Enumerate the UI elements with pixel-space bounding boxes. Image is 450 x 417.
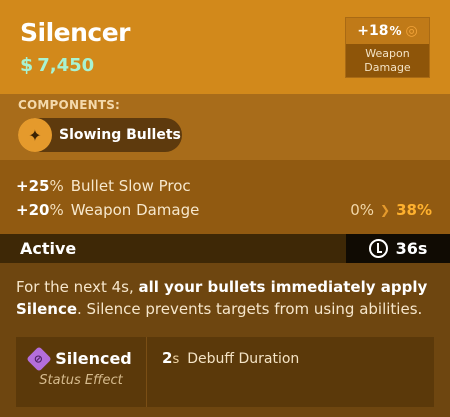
status-effect-name: ⊘ Silenced — [16, 345, 146, 372]
weapon-damage-badge-value: +18 % ◎ — [346, 18, 429, 44]
description-text: For the next 4s, — [16, 278, 139, 296]
badge-value: +18 — [357, 23, 389, 39]
debuff-duration-label: Debuff Duration — [187, 351, 300, 367]
components-section: COMPONENTS: ✦ Slowing Bullets — [0, 94, 450, 160]
slowing-bullets-icon: ✦ — [18, 118, 52, 152]
stat-row: +20 % Weapon Damage 0% ❯ 38% — [16, 198, 432, 222]
status-effect-title: Silenced — [55, 349, 132, 368]
weapon-damage-badge: +18 % ◎ Weapon Damage — [345, 17, 430, 78]
stat-value: +25 — [16, 177, 50, 195]
cooldown-clock-icon — [368, 239, 388, 258]
item-tooltip-card: Silencer $ 7,450 +18 % ◎ Weapon Damage C… — [0, 0, 450, 417]
chevron-right-icon: ❯ — [380, 203, 391, 217]
stat-comparison: 0% ❯ 38% — [350, 201, 432, 219]
stats-section: +25 % Bullet Slow Proc +20 % Weapon Dama… — [0, 160, 450, 234]
debuff-duration: 2 s Debuff Duration — [147, 337, 299, 367]
weapon-damage-icon: ◎ — [405, 23, 418, 39]
stat-label: Weapon Damage — [70, 201, 200, 219]
status-effect-subtitle: Status Effect — [39, 373, 123, 388]
status-effect-info: ⊘ Silenced Status Effect — [16, 337, 147, 407]
debuff-duration-value: 2 — [162, 349, 173, 367]
stat-compare-from: 0% — [350, 201, 375, 219]
debuff-duration-unit: s — [172, 352, 180, 367]
silenced-icon: ⊘ — [26, 345, 52, 372]
cooldown-value: 36s — [395, 239, 428, 258]
weapon-damage-badge-label: Weapon Damage — [364, 47, 411, 74]
stat-unit: % — [49, 201, 64, 219]
status-effect-panel: ⊘ Silenced Status Effect 2 s Debuff Dura… — [16, 337, 434, 407]
description-text: . Silence prevents targets from using ab… — [77, 300, 423, 318]
component-item-slowing-bullets[interactable]: ✦ Slowing Bullets — [18, 118, 182, 152]
active-label: Active — [20, 239, 77, 258]
stat-row: +25 % Bullet Slow Proc — [16, 174, 432, 198]
stat-compare-to: 38% — [396, 201, 432, 219]
active-bar: Active 36s — [0, 234, 450, 263]
component-label: Slowing Bullets — [59, 127, 181, 143]
components-title: COMPONENTS: — [18, 98, 121, 112]
item-price-value: 7,450 — [37, 54, 95, 76]
item-header: Silencer $ 7,450 +18 % ◎ Weapon Damage — [0, 0, 450, 94]
stat-unit: % — [49, 177, 64, 195]
badge-unit: % — [389, 24, 402, 38]
souls-currency-icon: $ — [20, 54, 34, 76]
stat-value: +20 — [16, 201, 50, 219]
active-description: For the next 4s, all your bullets immedi… — [0, 263, 450, 336]
cooldown-badge: 36s — [346, 234, 450, 263]
stat-label: Bullet Slow Proc — [70, 177, 191, 195]
